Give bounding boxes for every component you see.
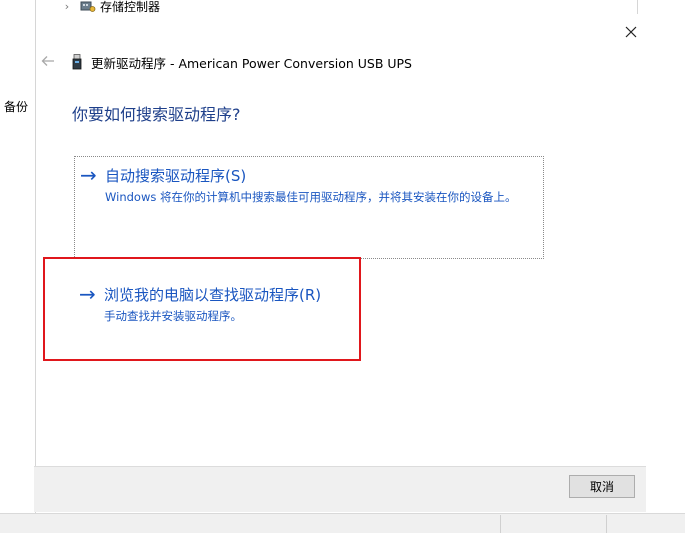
option-description: Windows 将在你的计算机中搜索最佳可用驱动程序，并将其安装在你的设备上。: [105, 190, 517, 204]
option-description: 手动查找并安装驱动程序。: [104, 309, 242, 323]
tree-item-label: 存储控制器: [100, 0, 161, 14]
tree-item-storage-controllers[interactable]: › 存储控制器: [60, 0, 160, 15]
close-icon: [625, 22, 637, 43]
search-automatically-option[interactable]: → 自动搜索驱动程序(S) Windows 将在你的计算机中搜索最佳可用驱动程序…: [74, 156, 544, 259]
update-driver-dialog: [36, 14, 646, 512]
page-heading: 你要如何搜索驱动程序?: [72, 105, 241, 124]
side-label: 备份: [4, 100, 29, 114]
status-bar: [0, 513, 685, 533]
chevron-right-icon[interactable]: ›: [60, 0, 74, 13]
status-bar-divider: [500, 515, 501, 533]
dialog-title: 更新驱动程序 - American Power Conversion USB U…: [91, 55, 412, 71]
back-button[interactable]: [38, 52, 58, 72]
browse-computer-option[interactable]: → 浏览我的电脑以查找驱动程序(R) 手动查找并安装驱动程序。: [74, 276, 544, 336]
option-title: 浏览我的电脑以查找驱动程序(R): [104, 286, 322, 304]
status-bar-divider: [606, 515, 607, 533]
right-arrow-icon: →: [80, 163, 97, 187]
dialog-title-bar: 更新驱动程序 - American Power Conversion USB U…: [72, 52, 412, 72]
right-arrow-icon: →: [79, 282, 96, 306]
cancel-button[interactable]: 取消: [569, 475, 635, 498]
back-arrow-icon: [41, 53, 55, 71]
close-button[interactable]: [617, 20, 645, 44]
option-title: 自动搜索驱动程序(S): [105, 167, 247, 185]
dialog-footer: [34, 466, 646, 512]
usb-device-icon: [72, 54, 82, 70]
storage-controller-icon: [80, 0, 96, 13]
